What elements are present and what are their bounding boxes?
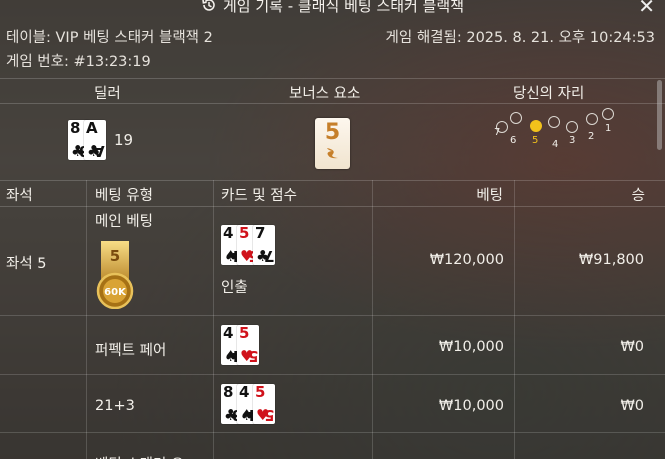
seat-label: 좌석 5 [6,256,47,272]
history-panel: 게임 기록 - 클래식 베팅 스태커 블랙잭 ✕ 테이블: VIP 베팅 스태커… [0,0,665,459]
scrollbar[interactable] [657,80,662,150]
seat-number: 3 [569,135,576,146]
card-rank-inverted: 7 [263,247,274,265]
seat-number: 7 [494,127,501,138]
bet-type: 베팅 스태커 오 [95,453,184,459]
bet-amount: ₩10,000 [438,398,504,414]
your-seat-heading: 당신의 자리 [513,86,585,102]
col-seat: 좌석 [6,188,33,204]
playing-card: 5♥5 [237,325,259,365]
seat-number: 5 [532,135,539,146]
hand-cards: 4♠45♥5 [221,325,259,365]
game-number: 게임 번호: #13:23:19 [6,54,151,70]
row-divider [0,432,665,433]
seat-marker [548,116,560,128]
seat-map: 76 5 43 21 [490,108,620,163]
divider [514,180,515,459]
bonus-card: 5 [315,118,350,169]
card-rank: 7 [255,224,266,242]
bonus-swirl-icon [326,148,338,159]
card-rank-inverted: 5 [247,347,258,365]
dealer-heading: 딜러 [94,86,121,102]
dealer-hand: 8♣8A♣A 19 [68,120,133,160]
card-rank-inverted: 5 [263,406,274,424]
seat-marker [602,108,614,120]
card-rank: 5 [255,383,266,401]
card-rank: 8 [223,383,234,401]
bonus-card-value: 5 [324,120,341,145]
col-win: 승 [631,188,645,204]
card-rank: 4 [223,324,234,342]
hand-status: 인출 [221,280,248,296]
title-bar: 게임 기록 - 클래식 베팅 스태커 블랙잭 [0,0,665,16]
divider [213,180,214,459]
seat-marker [530,120,542,132]
bet-type: 21+3 [95,398,135,414]
seat-marker [566,121,578,133]
divider [86,180,87,459]
card-rank: A [86,119,98,137]
card-rank: 4 [239,383,250,401]
table-header: 좌석 베팅 유형 카드 및 점수 베팅 승 [0,180,665,207]
bet-type: 퍼펙트 페어 [95,343,167,359]
hand-cards: 4♠45♥57♣7 [221,225,275,265]
playing-card: 7 ♣ 7 [253,225,275,265]
col-bet: 베팅 [476,188,503,204]
win-amount: ₩0 [620,398,644,414]
col-cards-score: 카드 및 점수 [221,188,297,204]
playing-card: 5♥5 [253,384,275,424]
history-icon [202,0,215,11]
card-rank: 5 [239,324,250,342]
chip-value: 60K [104,287,127,298]
playing-card: A ♣ A [84,120,106,160]
win-amount: ₩0 [620,339,644,355]
card-rank-inverted: A [93,142,105,160]
section-header: 딜러 보너스 요소 당신의 자리 [0,78,665,104]
seat-number: 2 [588,131,595,142]
win-amount: ₩91,800 [578,252,644,268]
seat-number: 1 [605,123,612,134]
bet-amount: ₩120,000 [429,252,504,268]
divider [372,180,373,459]
chip-icon: 5 60K [96,241,134,309]
bonus-heading: 보너스 요소 [289,86,361,102]
resolved-time: 게임 해결됨: 2025. 8. 21. 오후 10:24:53 [385,30,655,46]
seat-marker [586,113,598,125]
game-info-line: 테이블: VIP 베팅 스태커 블랙잭 2 게임 해결됨: 2025. 8. 2… [6,26,655,47]
row-divider [0,315,665,316]
card-rank: 8 [70,119,81,137]
close-button[interactable]: ✕ [638,0,655,16]
seat-marker [510,112,522,124]
seat-number: 6 [510,135,517,146]
card-rank: 5 [239,224,250,242]
bet-amount: ₩10,000 [438,339,504,355]
row-divider [0,374,665,375]
dealer-cards: 8♣8A♣A [68,120,106,160]
seat-number: 4 [552,139,559,150]
card-rank: 4 [223,224,234,242]
chip-stack-number: 5 [110,247,120,265]
col-bet-type: 베팅 유형 [95,188,153,204]
dealer-score: 19 [114,131,134,149]
bet-type: 메인 베팅 [95,214,153,230]
window-title: 게임 기록 - 클래식 베팅 스태커 블랙잭 [222,0,465,15]
hand-cards: 8♣84♠45♥5 [221,384,275,424]
table-name: 테이블: VIP 베팅 스태커 블랙잭 2 [6,30,213,46]
